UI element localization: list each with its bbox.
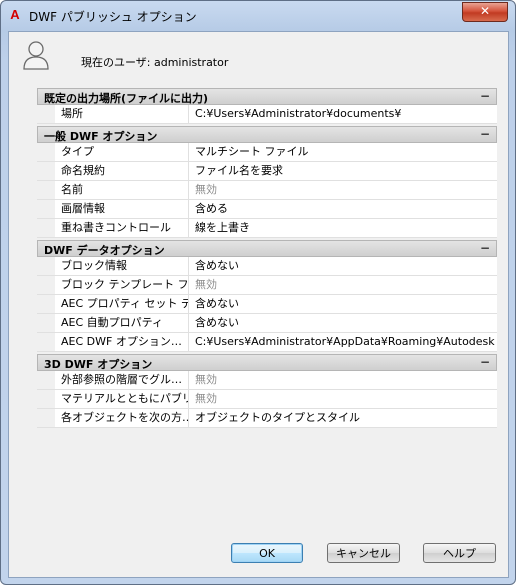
cancel-button[interactable]: キャンセル <box>327 543 400 563</box>
property-value[interactable]: 含める <box>195 200 495 218</box>
property-row[interactable]: 重ね書きコントロール 線を上書き <box>37 219 497 238</box>
window-title: DWF パブリッシュ オプション <box>29 10 197 24</box>
property-value[interactable]: 線を上書き <box>195 219 495 237</box>
row-gutter <box>37 105 55 123</box>
help-button[interactable]: ヘルプ <box>423 543 496 563</box>
property-name: 重ね書きコントロール <box>55 219 189 237</box>
property-value[interactable]: C:¥Users¥Administrator¥documents¥ <box>195 105 495 123</box>
property-value[interactable]: ファイル名を要求 <box>195 162 495 180</box>
property-row[interactable]: ブロック テンプレート ファ… 無効 <box>37 276 497 295</box>
title-bar[interactable]: A DWF パブリッシュ オプション ✕ <box>1 1 515 31</box>
row-gutter <box>37 257 55 275</box>
collapse-icon[interactable]: − <box>480 89 490 103</box>
property-row[interactable]: AEC DWF オプション… C:¥Users¥Administrator¥App… <box>37 333 497 352</box>
property-value[interactable]: C:¥Users¥Administrator¥AppData¥Roaming¥A… <box>195 333 495 351</box>
close-button[interactable]: ✕ <box>462 2 508 22</box>
row-gutter <box>37 314 55 332</box>
user-icon <box>23 41 49 70</box>
property-value[interactable]: マルチシート ファイル <box>195 143 495 161</box>
property-name: ブロック情報 <box>55 257 189 275</box>
row-gutter <box>37 181 55 199</box>
row-gutter <box>37 333 55 351</box>
property-row[interactable]: AEC プロパティ セット デ… 含めない <box>37 295 497 314</box>
category-title: DWF データオプション <box>44 244 165 257</box>
row-gutter <box>37 219 55 237</box>
row-gutter <box>37 390 55 408</box>
property-value[interactable]: 含めない <box>195 257 495 275</box>
property-name: 場所 <box>55 105 189 123</box>
property-value: 無効 <box>195 373 217 386</box>
property-name: 命名規約 <box>55 162 189 180</box>
property-grid: 既定の出力場所(ファイルに出力) − 場所 C:¥Users¥Administrato… <box>37 86 497 428</box>
row-gutter <box>37 276 55 294</box>
property-row[interactable]: 名前 無効 <box>37 181 497 200</box>
row-gutter <box>37 143 55 161</box>
collapse-icon[interactable]: − <box>480 355 490 369</box>
property-name: 名前 <box>55 181 189 199</box>
property-row[interactable]: AEC 自動プロパティ 含めない <box>37 314 497 333</box>
property-row[interactable]: 画層情報 含める <box>37 200 497 219</box>
property-row[interactable]: 外部参照の階層でグル… 無効 <box>37 371 497 390</box>
property-name: 画層情報 <box>55 200 189 218</box>
property-name: 各オブジェクトを次の方… <box>55 409 189 427</box>
autocad-app-icon: A <box>10 7 20 22</box>
property-row[interactable]: タイプ マルチシート ファイル <box>37 143 497 162</box>
row-gutter <box>37 200 55 218</box>
row-gutter <box>37 409 55 427</box>
category-title: 一般 DWF オプション <box>44 130 158 143</box>
category-title: 既定の出力場所(ファイルに出力) <box>44 92 209 105</box>
property-row[interactable]: 場所 C:¥Users¥Administrator¥documents¥ <box>37 105 497 124</box>
property-value[interactable]: オブジェクトのタイプとスタイル <box>195 409 495 427</box>
property-value[interactable]: 含めない <box>195 314 495 332</box>
current-user-label: 現在のユーザ: administrator <box>81 56 229 69</box>
dialog-window: A DWF パブリッシュ オプション ✕ 現在のユーザ: administrat… <box>0 0 516 585</box>
ok-button[interactable]: OK <box>231 543 303 563</box>
collapse-icon[interactable]: − <box>480 127 490 141</box>
property-name: マテリアルとともにパブリッ… <box>55 390 189 408</box>
close-icon: ✕ <box>479 4 491 18</box>
category-header[interactable]: 3D DWF オプション − <box>37 354 497 371</box>
row-gutter <box>37 162 55 180</box>
property-name: タイプ <box>55 143 189 161</box>
row-gutter <box>37 295 55 313</box>
property-row[interactable]: マテリアルとともにパブリッ… 無効 <box>37 390 497 409</box>
category-header[interactable]: 既定の出力場所(ファイルに出力) − <box>37 88 497 105</box>
property-name: AEC DWF オプション… <box>55 333 189 351</box>
property-value: 無効 <box>195 183 217 196</box>
dialog-content: 現在のユーザ: administrator 既定の出力場所(ファイルに出力) − 場… <box>8 31 509 578</box>
property-row[interactable]: 各オブジェクトを次の方… オブジェクトのタイプとスタイル <box>37 409 497 428</box>
collapse-icon[interactable]: − <box>480 241 490 255</box>
category-header[interactable]: 一般 DWF オプション − <box>37 126 497 143</box>
row-gutter <box>37 371 55 389</box>
category-header[interactable]: DWF データオプション − <box>37 240 497 257</box>
property-value: 無効 <box>195 278 217 291</box>
property-name: 外部参照の階層でグル… <box>55 371 189 389</box>
property-value: 無効 <box>195 392 217 405</box>
property-row[interactable]: 命名規約 ファイル名を要求 <box>37 162 497 181</box>
property-value[interactable]: 含めない <box>195 295 495 313</box>
property-name: AEC 自動プロパティ <box>55 314 189 332</box>
property-name: AEC プロパティ セット デ… <box>55 295 189 313</box>
property-name: ブロック テンプレート ファ… <box>55 276 189 294</box>
property-row[interactable]: ブロック情報 含めない <box>37 257 497 276</box>
category-title: 3D DWF オプション <box>44 358 153 371</box>
